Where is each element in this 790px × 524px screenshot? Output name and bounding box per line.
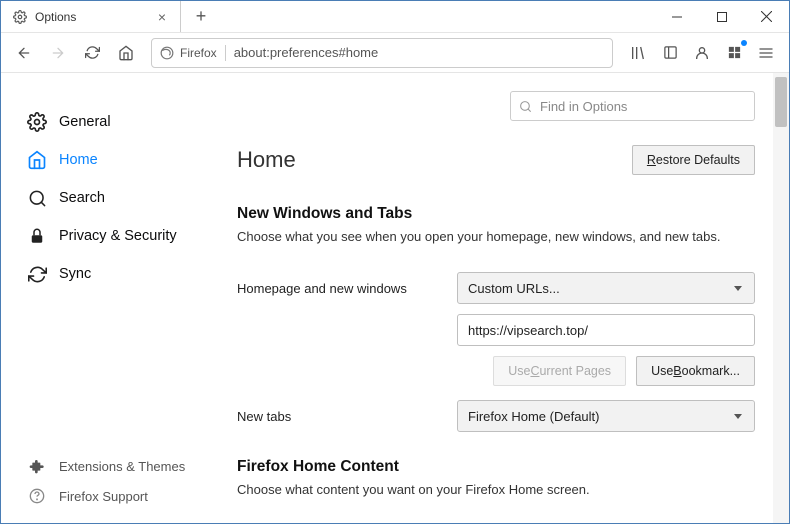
search-placeholder: Find in Options bbox=[540, 99, 627, 114]
section-subtext: Choose what you see when you open your h… bbox=[237, 229, 755, 244]
gear-icon bbox=[27, 112, 47, 132]
sync-icon bbox=[27, 264, 47, 284]
browser-tab[interactable]: Options × bbox=[1, 1, 181, 32]
content-area: General Home Search Privacy & Security S… bbox=[1, 73, 789, 523]
menu-button[interactable] bbox=[751, 38, 781, 68]
url-bar[interactable]: Firefox about:preferences#home bbox=[151, 38, 613, 68]
url-text: about:preferences#home bbox=[234, 45, 604, 60]
sidebar-item-label: Home bbox=[59, 152, 98, 168]
account-button[interactable] bbox=[687, 38, 717, 68]
sidebar-item-label: General bbox=[59, 114, 111, 130]
toolbar: Firefox about:preferences#home bbox=[1, 33, 789, 73]
newtabs-select[interactable]: Firefox Home (Default) bbox=[457, 400, 755, 432]
sidebar-item-sync[interactable]: Sync bbox=[23, 255, 211, 293]
newtabs-label: New tabs bbox=[237, 409, 447, 424]
new-tab-button[interactable]: + bbox=[187, 3, 215, 31]
section-subtext: Choose what content you want on your Fir… bbox=[237, 482, 755, 497]
section-heading: Firefox Home Content bbox=[237, 458, 755, 476]
sidebar-item-home[interactable]: Home bbox=[23, 141, 211, 179]
homepage-mode-select[interactable]: Custom URLs... bbox=[457, 272, 755, 304]
home-button[interactable] bbox=[111, 38, 141, 68]
scroll-thumb[interactable] bbox=[775, 77, 787, 127]
sidebar-item-support[interactable]: Firefox Support bbox=[23, 481, 211, 511]
sidebar-item-search[interactable]: Search bbox=[23, 179, 211, 217]
sidebar-item-privacy[interactable]: Privacy & Security bbox=[23, 217, 211, 255]
search-icon bbox=[27, 188, 47, 208]
search-icon bbox=[519, 100, 532, 113]
sidebar-item-label: Firefox Support bbox=[59, 489, 148, 504]
sidebar-item-label: Extensions & Themes bbox=[59, 459, 185, 474]
forward-button[interactable] bbox=[43, 38, 73, 68]
identity-box[interactable]: Firefox bbox=[160, 46, 217, 60]
sidebar-item-label: Search bbox=[59, 190, 105, 206]
home-icon bbox=[27, 150, 47, 170]
close-window-button[interactable] bbox=[744, 2, 789, 32]
separator bbox=[225, 45, 226, 61]
firefox-icon bbox=[160, 46, 174, 60]
use-bookmark-button[interactable]: Use Bookmark... bbox=[636, 356, 755, 386]
find-in-options-input[interactable]: Find in Options bbox=[510, 91, 755, 121]
homepage-url-input[interactable] bbox=[457, 314, 755, 346]
minimize-button[interactable] bbox=[654, 2, 699, 32]
help-icon bbox=[27, 486, 47, 506]
back-button[interactable] bbox=[9, 38, 39, 68]
gear-icon bbox=[13, 10, 27, 24]
tab-title: Options bbox=[35, 10, 146, 24]
homepage-label: Homepage and new windows bbox=[237, 281, 447, 296]
maximize-button[interactable] bbox=[699, 2, 744, 32]
preferences-sidebar: General Home Search Privacy & Security S… bbox=[1, 73, 211, 523]
window-controls bbox=[654, 2, 789, 32]
puzzle-icon bbox=[27, 456, 47, 476]
reload-button[interactable] bbox=[77, 38, 107, 68]
scrollbar[interactable] bbox=[773, 73, 789, 523]
select-value: Firefox Home (Default) bbox=[468, 409, 599, 424]
library-button[interactable] bbox=[623, 38, 653, 68]
lock-icon bbox=[27, 226, 47, 246]
sidebar-item-label: Privacy & Security bbox=[59, 228, 177, 244]
sidebar-toggle-button[interactable] bbox=[655, 38, 685, 68]
use-current-pages-button[interactable]: Use Current Pages bbox=[493, 356, 626, 386]
titlebar: Options × + bbox=[1, 1, 789, 33]
page-title: Home bbox=[237, 147, 622, 173]
select-value: Custom URLs... bbox=[468, 281, 560, 296]
identity-label: Firefox bbox=[180, 46, 217, 60]
sidebar-item-label: Sync bbox=[59, 266, 91, 282]
sidebar-item-general[interactable]: General bbox=[23, 103, 211, 141]
extensions-button[interactable] bbox=[719, 38, 749, 68]
preferences-main: Find in Options Home Restore Defaults Ne… bbox=[211, 73, 789, 523]
sidebar-item-extensions[interactable]: Extensions & Themes bbox=[23, 451, 211, 481]
section-heading: New Windows and Tabs bbox=[237, 205, 755, 223]
restore-defaults-button[interactable]: Restore Defaults bbox=[632, 145, 755, 175]
close-tab-icon[interactable]: × bbox=[154, 9, 170, 25]
